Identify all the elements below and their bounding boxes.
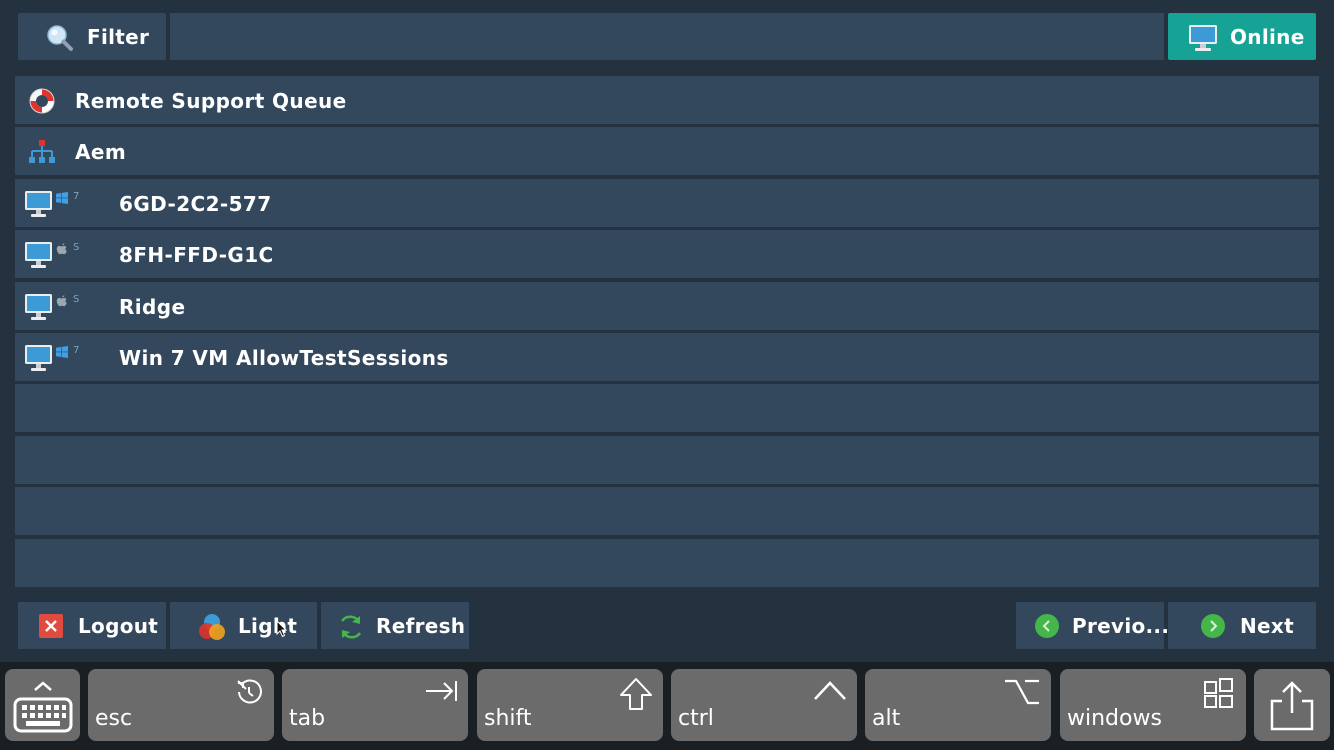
refresh-button[interactable]: Refresh (321, 602, 469, 649)
escape-icon (234, 677, 264, 711)
refresh-label: Refresh (376, 614, 466, 638)
monitor-icon (1188, 24, 1218, 57)
empty-row (15, 538, 1319, 587)
device-name: Ridge (119, 294, 186, 319)
previous-page-button[interactable]: Previo... (1016, 602, 1169, 649)
esc-key[interactable]: esc (88, 669, 274, 741)
device-name: 8FH-FFD-G1C (119, 243, 274, 268)
list-item-label: Remote Support Queue (75, 89, 347, 113)
empty-row (15, 384, 1319, 433)
filter-input[interactable] (170, 13, 1164, 60)
os-version-label: 7 (73, 344, 80, 356)
key-label: alt (872, 706, 901, 731)
next-page-button[interactable]: Next (1168, 602, 1316, 649)
share-icon (1268, 679, 1316, 737)
list-item-aem[interactable]: Aem (15, 127, 1319, 176)
previous-label: Previo... (1072, 614, 1170, 638)
bottom-toolbar: Logout Light Refresh Previo... Next (0, 600, 1334, 652)
key-label: shift (484, 706, 532, 731)
key-label: esc (95, 706, 133, 731)
refresh-icon (337, 613, 365, 646)
session-list: Remote Support Queue Aem 7 6GD-2C2-577 S… (15, 76, 1319, 590)
theme-light-button[interactable]: Light (170, 602, 317, 649)
computer-icon (25, 241, 53, 273)
filter-label: Filter (87, 25, 150, 49)
control-caret-icon (813, 677, 847, 709)
close-icon (38, 613, 64, 644)
hierarchy-icon (28, 138, 56, 170)
chevron-right-icon (1200, 613, 1226, 644)
apple-icon (56, 243, 68, 259)
list-item-remote-support-queue[interactable]: Remote Support Queue (15, 76, 1319, 124)
windows-icon (56, 191, 68, 207)
windows-key[interactable]: windows (1060, 669, 1246, 741)
online-label: Online (1230, 25, 1305, 49)
filter-button[interactable]: Filter (18, 13, 166, 60)
mouse-cursor-icon (276, 619, 288, 642)
os-version-label: S (73, 242, 80, 254)
next-label: Next (1240, 614, 1294, 638)
app-window: Filter Online Remote Support Queue Aem 7… (0, 0, 1334, 662)
lifebuoy-icon (28, 87, 56, 119)
logout-button[interactable]: Logout (18, 602, 166, 649)
list-item-device[interactable]: S Ridge (15, 281, 1319, 330)
device-name: Win 7 VM AllowTestSessions (119, 345, 449, 370)
keyboard-toggle-button[interactable] (5, 669, 80, 741)
apple-icon (56, 294, 68, 311)
list-item-device[interactable]: 7 Win 7 VM AllowTestSessions (15, 332, 1319, 381)
top-toolbar: Filter Online (0, 0, 1334, 70)
list-item-device[interactable]: 7 6GD-2C2-577 (15, 178, 1319, 227)
device-name: 6GD-2C2-577 (119, 191, 272, 216)
os-version-label: S (73, 293, 80, 305)
key-label: windows (1067, 706, 1162, 731)
online-button[interactable]: Online (1168, 13, 1316, 60)
tab-key[interactable]: tab (282, 669, 468, 741)
alt-key[interactable]: alt (865, 669, 1051, 741)
search-icon (46, 24, 74, 57)
list-item-label: Aem (75, 140, 127, 165)
chevron-left-icon (1034, 613, 1060, 644)
list-item-device[interactable]: S 8FH-FFD-G1C (15, 230, 1319, 279)
windows-icon (56, 345, 68, 361)
shift-arrow-icon (619, 677, 653, 715)
tab-arrow-icon (424, 677, 458, 709)
key-label: ctrl (678, 706, 714, 731)
shift-key[interactable]: shift (477, 669, 663, 741)
os-version-label: 7 (73, 190, 80, 202)
ctrl-key[interactable]: ctrl (671, 669, 857, 741)
computer-icon (25, 293, 53, 325)
option-icon (1003, 677, 1041, 711)
light-label: Light (238, 614, 298, 638)
empty-row (15, 487, 1319, 536)
computer-icon (25, 344, 53, 376)
windows-grid-icon (1202, 677, 1236, 715)
key-label: tab (289, 706, 326, 731)
virtual-keyboard-bar: esc tab shift ctrl alt windows (0, 662, 1334, 750)
logout-label: Logout (78, 614, 159, 638)
empty-row (15, 435, 1319, 484)
color-circles-icon (198, 613, 226, 646)
computer-icon (25, 190, 53, 222)
keyboard-icon (13, 677, 73, 739)
share-button[interactable] (1254, 669, 1330, 741)
